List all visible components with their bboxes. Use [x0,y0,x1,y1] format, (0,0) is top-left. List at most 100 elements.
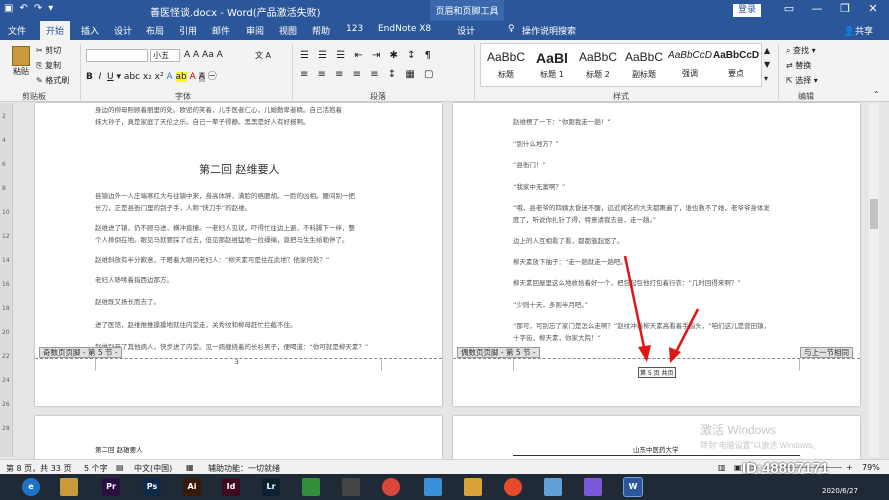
close-icon[interactable]: ✕ [864,2,882,15]
taskbar-word-icon[interactable]: W [623,477,643,497]
style-subtitle[interactable]: AaBbC 副标题 [621,44,667,88]
page-count[interactable]: 第 8 页，共 33 页 [6,463,71,474]
minimize-icon[interactable]: — [808,2,826,15]
paragraph[interactable]: “哦，县老爷的四姨太昏迷不醒，远近闻名的大夫都瞧遍了，谁也救不了她，老爷爷身体发 [513,204,770,212]
paragraph[interactable]: 身边的柳母照顾着丽里的处。欧密的笑着，儿手医者仁心，儿婚動卑者精。自己活抱着 [95,106,342,114]
vertical-scrollbar[interactable] [869,103,879,457]
print-layout-icon[interactable]: ▣ [734,463,742,472]
find-button[interactable]: ⌕ 查找 ▾ [786,45,816,56]
style-strong[interactable]: AaBbCcD 要点 [713,44,759,88]
enclose-char-icon[interactable]: ㊀ [208,72,217,82]
paragraph[interactable]: “少则十天，多则半月吧。” [513,301,588,309]
customize-qat-icon[interactable]: ▾ [48,3,53,14]
word-count[interactable]: 5 个字 [84,463,108,474]
taskbar-app-icon[interactable] [302,478,320,496]
paragraph[interactable]: 赵维既又扬长而去了。 [95,298,160,306]
taskbar-app-icon[interactable]: Ai [183,478,201,496]
paragraph[interactable]: “县衙门！” [513,161,546,169]
paragraph[interactable]: 抹大孙子，真是家庭了天伦之乐。自己一辈子得静。黑黑是好人有好报啊。 [95,118,310,126]
bold-icon[interactable]: B [86,72,93,82]
taskbar-app-icon[interactable] [464,478,482,496]
style-title[interactable]: AaBbC 标题 [483,44,529,88]
tab-help[interactable]: 帮助 [312,24,330,37]
paragraph[interactable]: 十字街，柳天素，你家大院！” [513,334,601,342]
align-buttons-row[interactable]: ≡ ≡ ≡ ≡ ≡ ↕ ▦ ▢ [300,69,436,80]
replace-button[interactable]: ⇄ 替换 [786,60,811,71]
highlight-icon[interactable]: ab [175,72,187,82]
taskbar-app-icon[interactable]: Pr [102,478,120,496]
page-header-text[interactable]: 山东中医药大学 [633,446,679,454]
text-effects-icon[interactable]: A [166,72,172,82]
paragraph[interactable]: 进了医馆，赵维推推搡搡地就往内堂走，关秀纹和柳母赶忙拦截不住。 [95,321,297,329]
underline-icon[interactable]: U [107,72,114,82]
paragraph[interactable]: 赵维楞了一下：“你跟我走一趟！” [513,118,611,126]
phonetic-icon[interactable]: 文 A [255,50,271,61]
font-name-combobox[interactable] [86,49,148,62]
taskbar-app-icon[interactable]: Lr [262,478,280,496]
char-shading-icon[interactable]: A [198,72,205,82]
tab-file[interactable]: 文件 [8,24,26,37]
select-button[interactable]: ⇱ 选择 ▾ [786,75,818,86]
taskbar-app-icon[interactable] [504,478,522,496]
taskbar-app-icon[interactable] [60,478,78,496]
ribbon-display-icon[interactable]: ▭ [780,2,798,15]
list-buttons-row[interactable]: ☰ ☰ ☰ ⇤ ⇥ ✱ ↕ ¶ [300,50,434,61]
paragraph[interactable]: 赵维别开了其他病人，快步进了内堂。见一病缠绕着的长衫男子，便喝道：“你可就是柳天… [95,343,368,351]
tab-references[interactable]: 引用 [179,24,197,37]
tab-123[interactable]: 123 [346,24,363,34]
paragraph[interactable]: 度了，听说你扎针了得，特意请我去县，走一趟。” [513,216,656,224]
cut-button[interactable]: ✂ 剪切 [36,45,61,56]
share-button[interactable]: 👤共享 [844,24,873,37]
taskbar-app-icon[interactable] [584,478,602,496]
italic-icon[interactable]: I [99,72,102,82]
taskbar-app-icon[interactable] [424,478,442,496]
taskbar-app-icon[interactable] [342,478,360,496]
paragraph[interactable]: 老妇人哆嗦着指西边那方。 [95,276,173,284]
tab-header-footer-design[interactable]: 设计 [457,24,475,37]
tab-home[interactable]: 开始 [40,21,71,40]
clear-format-icon[interactable]: A [217,50,223,60]
language[interactable]: 中文(中国) [134,463,172,474]
paragraph[interactable]: 赵维进了镇，仍不顾马进，横冲直撞。一老妇人见状，吓得忙往边上避，不料脚下一绊，整 [95,224,355,232]
paragraph[interactable]: 县镇边外一人庄端寒红大与往镇中来，身高体胖，满脸的络腮胡。一脸的凶相。腰间别一把 [95,192,355,200]
tab-endnote[interactable]: EndNote X8 [378,24,431,34]
tab-review[interactable]: 审阅 [246,24,264,37]
page-heading[interactable]: 第二回 赵雄要人 [95,446,143,454]
tab-insert[interactable]: 插入 [81,24,99,37]
tab-mailings[interactable]: 邮件 [212,24,230,37]
paragraph[interactable]: 边上的人互相看了看，都都皱起悠了。 [513,237,624,245]
undo-icon[interactable]: ↶ [19,3,27,14]
paste-button[interactable]: 粘贴 [8,46,34,77]
tab-view[interactable]: 视图 [279,24,297,37]
read-mode-icon[interactable]: ▥ [718,463,726,472]
taskbar-app-icon[interactable]: Ps [143,478,161,496]
paragraph[interactable]: “到什么地方？” [513,140,559,148]
font-color-icon[interactable]: A [190,72,196,82]
font-size-buttons[interactable]: A A Aa A [184,50,223,60]
redo-icon[interactable]: ↷ [34,3,42,14]
style-emphasis[interactable]: AaBbCcD 强调 [667,44,713,88]
tab-design[interactable]: 设计 [114,24,132,37]
font-size-combobox[interactable]: 小五 [150,49,180,62]
strikethrough-icon[interactable]: abc [124,72,140,82]
collapse-ribbon-icon[interactable]: ⌃ [873,90,880,99]
copy-button[interactable]: ⎘ 复制 [36,60,61,71]
macro-icon[interactable]: ▦ [186,463,194,472]
style-heading-2[interactable]: AaBbC 标题 2 [575,44,621,88]
chapter-title[interactable]: 第二回 赵维要人 [199,161,280,177]
accessibility-status[interactable]: 辅助功能：一切就绪 [208,463,280,474]
taskbar-app-icon[interactable] [544,478,562,496]
tell-me-search[interactable]: 操作说明搜索 [522,24,576,37]
tab-layout[interactable]: 布局 [146,24,164,37]
zoom-level[interactable]: 79% [862,463,880,472]
scrollbar-thumb[interactable] [870,199,878,229]
taskbar-app-icon[interactable] [382,478,400,496]
paragraph[interactable]: 赵维斜放有半分歉意，干瞪着大眼问老妇人：“柳天素可是住在此地？他家何处？” [95,256,329,264]
zoom-in-icon[interactable]: + [846,463,853,472]
taskbar-app-icon[interactable]: e [22,478,40,496]
format-painter-button[interactable]: ✎ 格式刷 [36,75,69,86]
paragraph[interactable]: 长刀，正是县衙门里的刽子手，人称“快刀手”的赵维。 [95,204,251,212]
gallery-scroll-icon[interactable]: ▲ ▼ ▾ [764,44,770,86]
proofing-icon[interactable]: ▤ [116,463,124,472]
taskbar-app-icon[interactable]: Id [222,478,240,496]
